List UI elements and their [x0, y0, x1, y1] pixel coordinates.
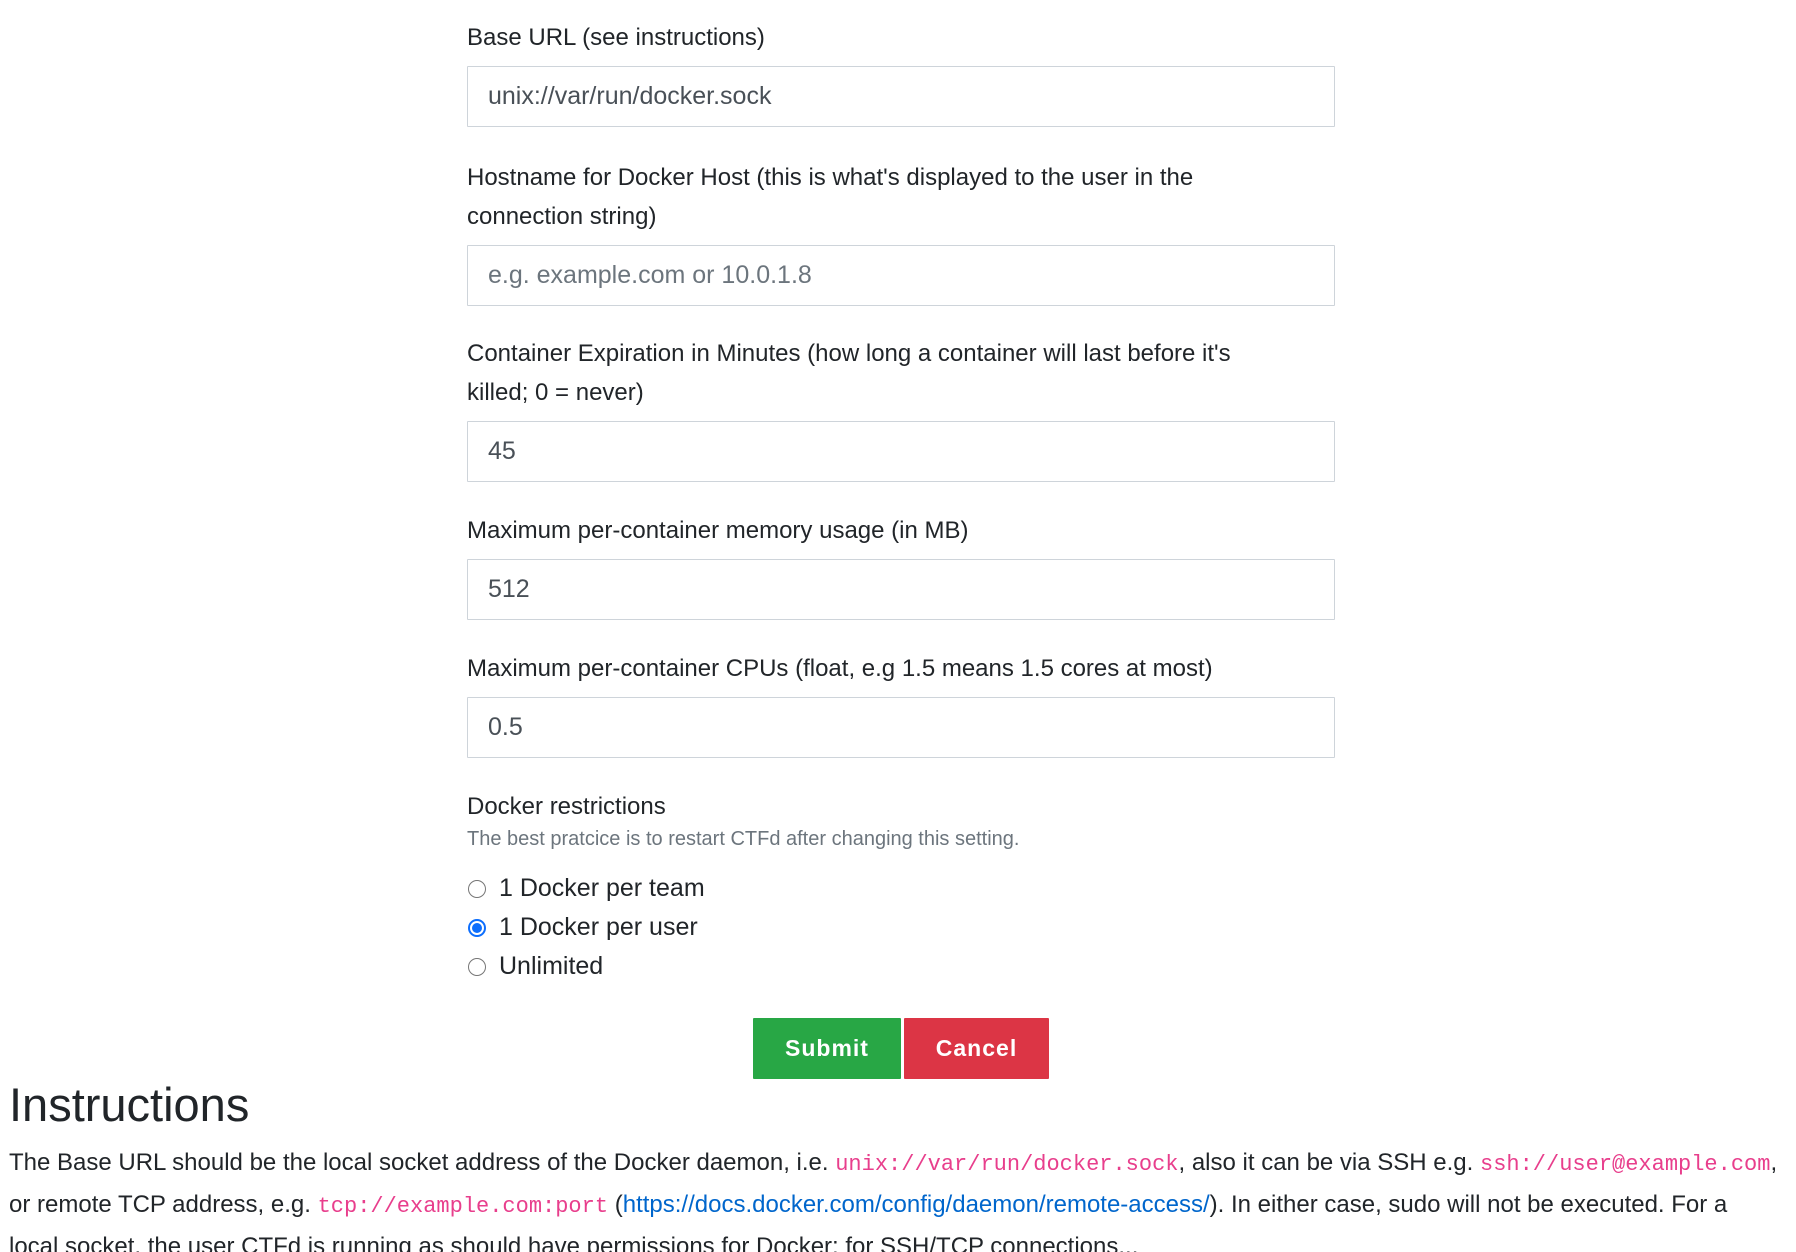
cpus-input[interactable] — [467, 697, 1335, 758]
code-unix-socket: unix://var/run/docker.sock — [835, 1152, 1179, 1177]
instructions-text-2: , also it can be via SSH e.g. — [1178, 1149, 1480, 1176]
cpus-field: Maximum per-container CPUs (float, e.g 1… — [467, 649, 1335, 758]
cancel-button[interactable]: Cancel — [904, 1018, 1049, 1079]
submit-button[interactable]: Submit — [753, 1018, 901, 1079]
expiration-field: Container Expiration in Minutes (how lon… — [467, 334, 1335, 482]
instructions-text-6: ). In either case, sudo will not be exec… — [1209, 1191, 1728, 1218]
hostname-field: Hostname for Docker Host (this is what's… — [467, 158, 1335, 306]
radio-team-button[interactable] — [468, 879, 486, 898]
instructions-section: Instructions The Base URL should be the … — [9, 1075, 1789, 1252]
instructions-title: Instructions — [9, 1078, 250, 1131]
docker-restrictions-group: Docker restrictions The best pratcice is… — [467, 787, 1335, 986]
code-ssh-url: ssh://user@example.com — [1480, 1152, 1771, 1177]
code-tcp-url: tcp://example.com:port — [317, 1194, 609, 1219]
radio-option-user[interactable]: 1 Docker per user — [467, 908, 1335, 947]
hostname-label-line1: Hostname for Docker Host (this is what's… — [467, 164, 1194, 191]
docker-docs-link[interactable]: https://docs.docker.com/config/daemon/re… — [623, 1191, 1210, 1218]
docker-restrictions-help: The best pratcice is to restart CTFd aft… — [467, 828, 1020, 850]
memory-label: Maximum per-container memory usage (in M… — [467, 517, 969, 544]
base-url-input[interactable] — [467, 66, 1335, 127]
radio-option-team[interactable]: 1 Docker per team — [467, 869, 1335, 908]
expiration-label: Container Expiration in Minutes (how lon… — [467, 334, 1335, 412]
cpus-label: Maximum per-container CPUs (float, e.g 1… — [467, 655, 1213, 682]
docker-restrictions-label: Docker restrictions — [467, 793, 666, 820]
instructions-text-1: The Base URL should be the local socket … — [9, 1149, 836, 1176]
radio-team-label[interactable]: 1 Docker per team — [499, 874, 705, 903]
instructions-text-7: local socket, the user CTFd is running a… — [9, 1233, 1139, 1252]
radio-unlimited-button[interactable] — [468, 957, 486, 976]
hostname-label: Hostname for Docker Host (this is what's… — [467, 158, 1335, 236]
base-url-field: Base URL (see instructions) — [467, 18, 1335, 127]
expiration-input[interactable] — [467, 421, 1335, 482]
memory-field: Maximum per-container memory usage (in M… — [467, 511, 1335, 620]
instructions-text-4: or remote TCP address, e.g. — [9, 1191, 318, 1218]
radio-unlimited-label[interactable]: Unlimited — [499, 952, 603, 981]
form-buttons: Submit Cancel — [753, 1018, 1049, 1079]
expiration-label-line2: killed; 0 = never) — [467, 379, 644, 406]
radio-user-button[interactable] — [468, 918, 486, 937]
hostname-label-line2: connection string) — [467, 203, 657, 230]
instructions-text-3: , — [1770, 1149, 1778, 1176]
expiration-label-line1: Container Expiration in Minutes (how lon… — [467, 340, 1231, 367]
hostname-input[interactable] — [467, 245, 1335, 306]
base-url-label: Base URL (see instructions) — [467, 24, 765, 51]
radio-option-unlimited[interactable]: Unlimited — [467, 947, 1335, 986]
radio-user-label[interactable]: 1 Docker per user — [499, 913, 698, 942]
memory-input[interactable] — [467, 559, 1335, 620]
instructions-paragraph: The Base URL should be the local socket … — [9, 1143, 1789, 1252]
instructions-text-5: ( — [608, 1191, 623, 1218]
